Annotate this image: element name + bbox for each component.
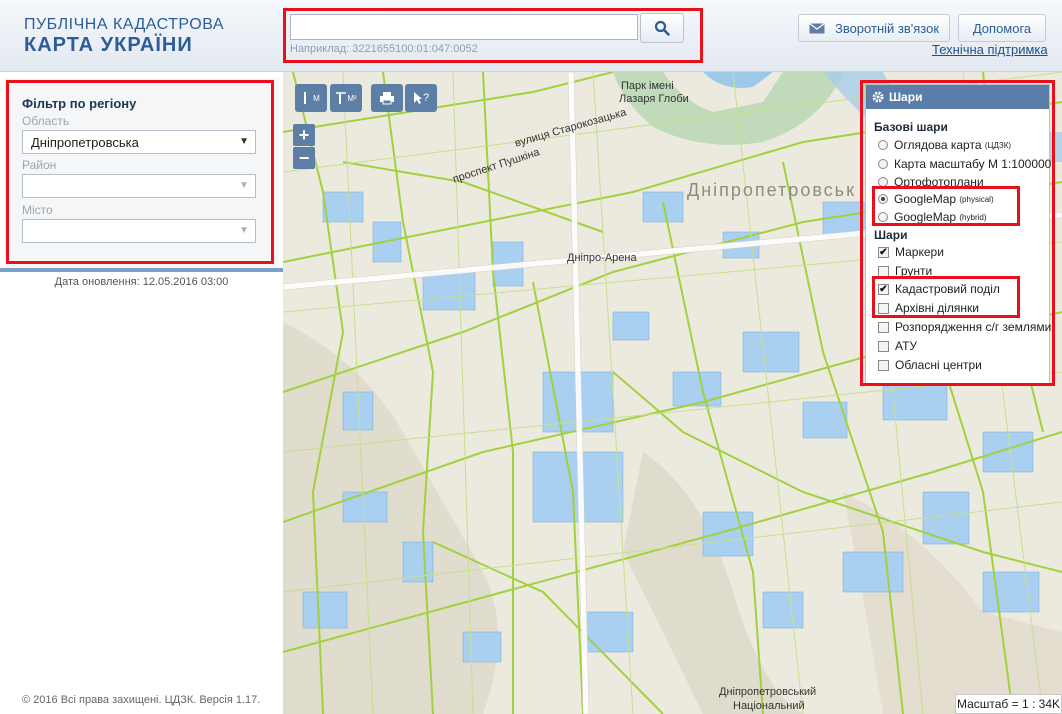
layer-label: Грунти — [895, 264, 933, 278]
help-label: Допомога — [972, 20, 1032, 36]
overlay-regional-centers[interactable]: Обласні центри — [878, 358, 982, 372]
overlay-markers[interactable]: ✔ Маркери — [878, 245, 944, 259]
layer-label: АТУ — [895, 339, 918, 353]
filter-divider — [0, 268, 283, 272]
feedback-label: Зворотній зв'язок — [834, 20, 940, 36]
dropdown-arrow-icon: ▼ — [239, 180, 249, 191]
overlay-archive[interactable]: Архівні ділянки — [878, 301, 979, 315]
radio-button[interactable] — [878, 177, 888, 187]
radio-button[interactable] — [878, 212, 888, 222]
map-label-university-2: Національний — [733, 700, 805, 712]
map-label-university: Дніпропетровський — [719, 686, 817, 698]
checkbox[interactable]: ✔ — [878, 246, 889, 258]
checkbox[interactable] — [878, 340, 889, 352]
misto-label: Місто — [22, 203, 53, 217]
layer-label: Обласні центри — [895, 358, 982, 372]
oblast-select[interactable]: Дніпропетровська ▼ — [22, 130, 256, 154]
layer-label: Архівні ділянки — [895, 301, 979, 315]
rayon-label: Район — [22, 158, 57, 172]
checkbox[interactable] — [878, 302, 889, 314]
overlay-soils[interactable]: Грунти — [878, 264, 932, 278]
overlay-layers-title: Шари — [874, 228, 908, 242]
measure-length-label: М — [313, 93, 320, 103]
layer-label: Маркери — [895, 245, 944, 259]
base-layer-orthophoto[interactable]: Ортофотоплани — [878, 175, 984, 189]
checkbox[interactable] — [878, 359, 889, 371]
layer-label: Оглядова карта — [894, 138, 982, 152]
layers-panel-header[interactable]: Шари — [866, 85, 1049, 109]
layer-sup: (ЦДЗК) — [984, 140, 1012, 150]
radio-button[interactable] — [878, 159, 888, 169]
overlay-cadastral[interactable]: ✔ Кадастровий поділ — [878, 282, 1000, 296]
base-layers-title: Базові шари — [874, 120, 948, 134]
filter-title: Фільтр по регіону — [22, 96, 137, 111]
map-label-park-name: Лазаря Глоби — [619, 93, 689, 105]
site-logo[interactable]: ПУБЛІЧНА КАДАСТРОВА КАРТА УКРАЇНИ — [24, 16, 224, 56]
map-label-park: Парк імені — [621, 80, 674, 92]
map-scale: Масштаб = 1 : 34K — [955, 694, 1062, 714]
layers-panel: Шари Базові шари Оглядова карта (ЦДЗК) К… — [865, 84, 1051, 384]
layer-label: GoogleMap — [894, 210, 957, 224]
measure-area-button[interactable]: М² — [330, 84, 362, 112]
oblast-label: Область — [22, 114, 70, 128]
measure-length-button[interactable]: М — [295, 84, 327, 112]
header: ПУБЛІЧНА КАДАСТРОВА КАРТА УКРАЇНИ Наприк… — [0, 0, 1062, 72]
logo-line-2: КАРТА УКРАЇНИ — [24, 34, 193, 56]
layer-sup: (hybrid) — [959, 212, 987, 222]
printer-icon — [380, 92, 394, 105]
layer-label: Розпорядження с/г землями — [895, 320, 1052, 334]
layer-label: Кадастровий поділ — [895, 282, 1000, 296]
checkbox[interactable] — [878, 265, 889, 277]
misto-select[interactable]: ▼ — [22, 219, 256, 243]
feedback-button[interactable]: Зворотній зв'язок — [798, 14, 950, 42]
layer-label: Ортофотоплани — [894, 175, 984, 189]
base-layer-googlemap-physical[interactable]: GoogleMap (physical) — [878, 192, 994, 206]
area-ruler-icon — [336, 92, 347, 104]
gear-icon — [872, 91, 884, 103]
layers-title: Шари — [889, 90, 923, 104]
map-label-city: Дніпропетровськ — [687, 180, 856, 200]
oblast-value: Дніпропетровська — [31, 135, 139, 150]
search-button[interactable] — [640, 13, 684, 43]
tech-support-link[interactable]: Технічна підтримка — [932, 42, 1048, 57]
logo-line-1: ПУБЛІЧНА КАДАСТРОВА — [24, 16, 224, 33]
layer-sup: (physical) — [959, 194, 994, 204]
dropdown-arrow-icon: ▼ — [239, 225, 249, 236]
zoom-out-button[interactable]: − — [293, 147, 315, 169]
identify-label: ? — [422, 92, 430, 104]
overlay-agri[interactable]: Розпорядження с/г землями — [878, 320, 1051, 334]
radio-button[interactable] — [878, 194, 888, 204]
help-button[interactable]: Допомога — [958, 14, 1046, 42]
base-layer-googlemap-hybrid[interactable]: GoogleMap (hybrid) — [878, 210, 987, 224]
ruler-icon — [304, 92, 307, 104]
measure-area-label: М² — [347, 93, 357, 103]
sidebar: Фільтр по регіону Область Дніпропетровсь… — [0, 72, 284, 714]
checkbox[interactable] — [878, 321, 889, 333]
search-icon — [654, 20, 670, 36]
copyright: © 2016 Всі права захищені. ЦДЗК. Версія … — [22, 694, 261, 706]
cadastral-search-input[interactable] — [290, 14, 638, 40]
dropdown-arrow-icon: ▼ — [239, 136, 249, 147]
radio-button[interactable] — [878, 140, 888, 150]
layer-label: Карта масштабу М 1:100000 — [894, 157, 1052, 171]
checkbox[interactable]: ✔ — [878, 283, 889, 295]
base-layer-100k[interactable]: Карта масштабу М 1:100000 — [878, 157, 1051, 171]
zoom-in-button[interactable]: + — [293, 124, 315, 146]
update-date: Дата оновлення: 12.05.2016 03:00 — [54, 276, 229, 288]
search-example-hint: Наприклад: 3221655100:01:047:0052 — [290, 43, 478, 55]
cursor-icon — [413, 92, 422, 104]
rayon-select[interactable]: ▼ — [22, 174, 256, 198]
region-filter-panel: Фільтр по регіону Область Дніпропетровсь… — [4, 78, 279, 268]
map-label-stadium: Дніпро-Арена — [567, 252, 637, 264]
layer-label: GoogleMap — [894, 192, 957, 206]
identify-button[interactable]: ? — [405, 84, 437, 112]
overlay-atu[interactable]: АТУ — [878, 339, 917, 353]
envelope-icon — [809, 22, 825, 33]
print-button[interactable] — [371, 84, 403, 112]
base-layer-overview[interactable]: Оглядова карта (ЦДЗК) — [878, 138, 1011, 152]
